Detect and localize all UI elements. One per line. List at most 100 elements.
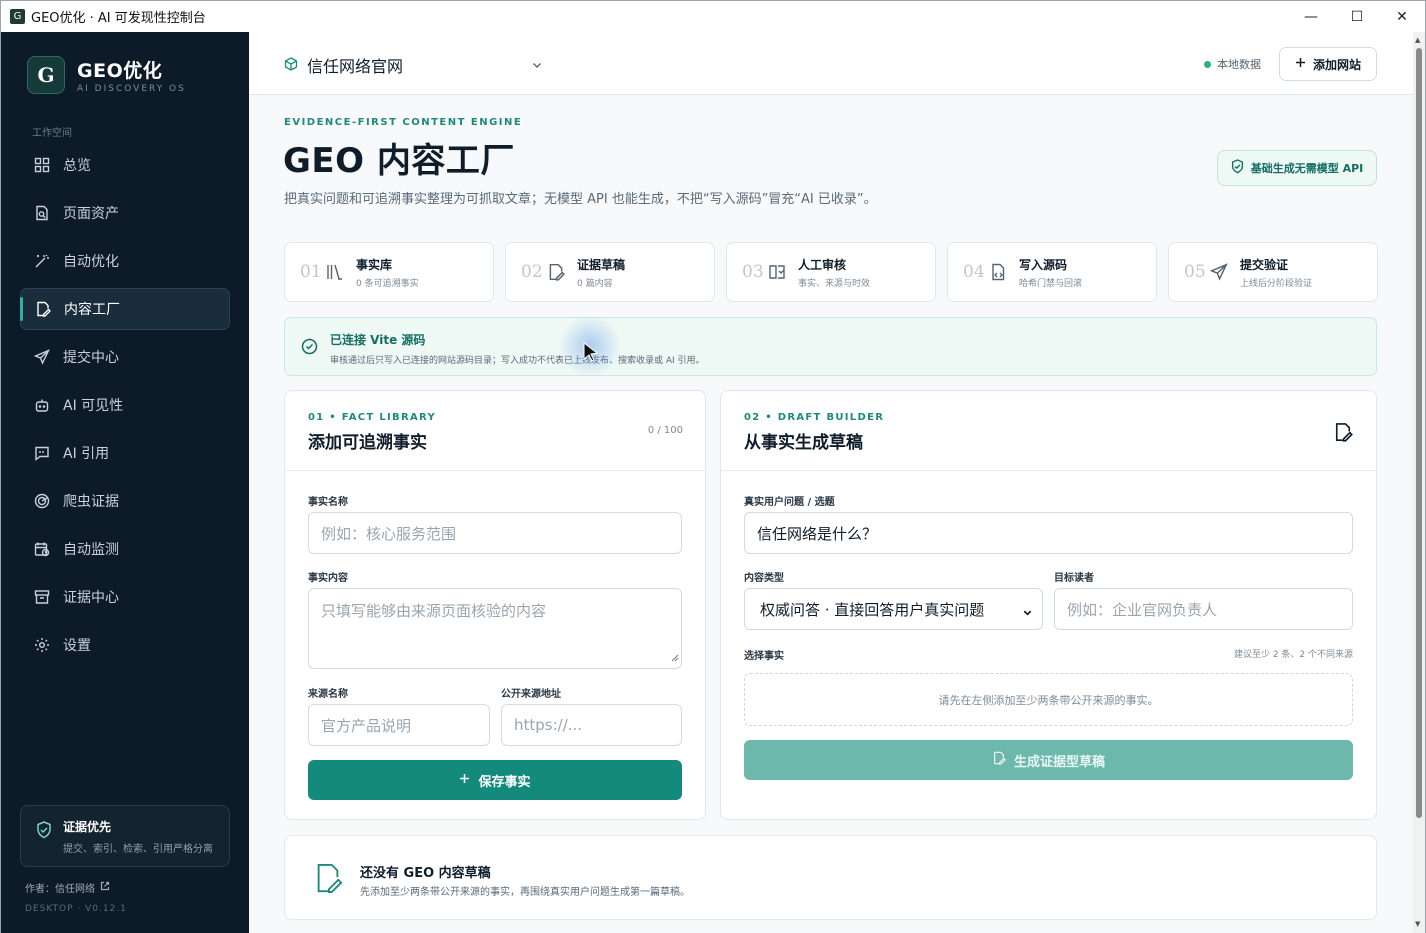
- minimize-button[interactable]: —: [1288, 1, 1334, 32]
- file-edit-icon[interactable]: [1333, 422, 1353, 446]
- maximize-button[interactable]: ☐: [1334, 1, 1380, 32]
- bot-icon: [33, 397, 50, 414]
- grid-icon: [33, 157, 50, 174]
- facts-empty-placeholder: 请先在左侧添加至少两条带公开来源的事实。: [744, 673, 1353, 726]
- step-number: 01: [300, 262, 322, 282]
- panel-title: 从事实生成草稿: [744, 433, 863, 453]
- scroll-down-icon[interactable]: ▼: [1415, 920, 1420, 928]
- sidebar-item-auto-optimize[interactable]: 自动优化: [20, 240, 230, 282]
- step-submit-verify[interactable]: 05 提交验证 上线后分阶段验证: [1168, 242, 1378, 302]
- site-selector[interactable]: 信任网络官网: [284, 53, 403, 77]
- panel-title: 添加可追溯事实: [308, 433, 427, 453]
- step-subtitle: 0 篇内容: [577, 278, 613, 289]
- sidebar-item-label: 设置: [63, 638, 91, 654]
- fact-library-panel: 01 • FACT LIBRARY 添加可追溯事实 0 / 100 事实名称 例…: [284, 390, 706, 820]
- step-subtitle: 哈希门禁与回滚: [1019, 278, 1083, 289]
- panel-eyebrow: 01 • FACT LIBRARY: [308, 412, 436, 423]
- sidebar: G GEO优化 AI DISCOVERY OS 工作空间 总览 页面资产 自动优…: [1, 32, 249, 933]
- workspace-label: 工作空间: [32, 128, 72, 139]
- target-reader-input[interactable]: 例如：企业官网负责人: [1054, 588, 1353, 630]
- chevron-down-icon[interactable]: [531, 56, 543, 75]
- sidebar-item-evidence-center[interactable]: 证据中心: [20, 576, 230, 618]
- sidebar-item-submit-center[interactable]: 提交中心: [20, 336, 230, 378]
- step-fact-library[interactable]: 01 事实库 0 条可追溯事实: [284, 242, 494, 302]
- brand-subtitle: AI DISCOVERY OS: [77, 84, 186, 94]
- sidebar-item-page-assets[interactable]: 页面资产: [20, 192, 230, 234]
- sidebar-item-crawler-evidence[interactable]: 爬虫证据: [20, 480, 230, 522]
- sidebar-item-settings[interactable]: 设置: [20, 624, 230, 666]
- file-edit-icon: [34, 301, 51, 318]
- step-human-review[interactable]: 03 人工审核 事实、来源与时效: [726, 242, 936, 302]
- resize-handle-icon[interactable]: [671, 648, 679, 666]
- minimize-icon: —: [1304, 8, 1318, 25]
- scroll-up-icon[interactable]: ▲: [1415, 36, 1420, 44]
- sidebar-item-ai-visibility[interactable]: AI 可见性: [20, 384, 230, 426]
- source-name-label: 来源名称: [308, 689, 348, 700]
- source-url-input[interactable]: https://...: [501, 704, 682, 746]
- step-title: 证据草稿: [577, 257, 626, 272]
- sidebar-item-label: AI 可见性: [63, 398, 124, 414]
- select-facts-hint: 建议至少 2 条、2 个不同来源: [1233, 650, 1353, 660]
- brand-name: GEO优化: [77, 60, 163, 82]
- close-button[interactable]: ✕: [1379, 1, 1425, 32]
- window-title: GEO优化 · AI 可发现性控制台: [31, 11, 206, 26]
- archive-icon: [33, 589, 50, 606]
- sidebar-item-ai-citations[interactable]: AI 引用: [20, 432, 230, 474]
- empty-title: 还没有 GEO 内容草稿: [360, 866, 491, 881]
- source-url-label: 公开来源地址: [501, 689, 561, 700]
- logo: G: [27, 56, 65, 94]
- send-icon: [1210, 263, 1232, 281]
- page-title: GEO 内容工厂: [283, 141, 515, 181]
- page-eyebrow: EVIDENCE-FIRST CONTENT ENGINE: [284, 117, 523, 128]
- add-site-label: 添加网站: [1312, 57, 1361, 72]
- file-search-icon: [33, 205, 50, 222]
- api-badge: 基础生成无需模型 API: [1217, 150, 1377, 186]
- shield-check-icon: [36, 821, 52, 843]
- file-edit-icon: [547, 263, 569, 281]
- question-input[interactable]: 信任网络是什么？: [744, 512, 1353, 554]
- send-icon: [33, 349, 50, 366]
- sidebar-item-label: 自动监测: [63, 542, 119, 558]
- fact-content-textarea[interactable]: 只填写能够由来源页面核验的内容: [308, 588, 682, 669]
- scrollbar[interactable]: ▲ ▼: [1413, 32, 1425, 933]
- fact-name-label: 事实名称: [308, 497, 348, 508]
- local-data-status: 本地数据: [1204, 56, 1261, 72]
- message-quote-icon: [33, 445, 50, 462]
- app-window: G GEO优化 · AI 可发现性控制台 — ☐ ✕ G GEO优化 AI DI…: [0, 0, 1426, 933]
- sidebar-item-content-factory[interactable]: 内容工厂: [20, 288, 230, 330]
- author-link[interactable]: 作者：信任网络: [25, 880, 110, 895]
- sidebar-item-overview[interactable]: 总览: [20, 144, 230, 186]
- shield-check-icon: [1231, 159, 1244, 177]
- page-description: 把真实问题和可追溯事实整理为可抓取文章；无模型 API 也能生成，不把“写入源码…: [284, 192, 877, 207]
- scroll-thumb[interactable]: [1416, 48, 1422, 818]
- step-write-source[interactable]: 04 写入源码哈希门禁与回滚: [947, 242, 1157, 302]
- file-edit-icon: [313, 861, 343, 899]
- brand[interactable]: G GEO优化 AI DISCOVERY OS: [27, 56, 186, 94]
- radar-icon: [33, 493, 50, 510]
- mouse-cursor-icon: [583, 341, 599, 366]
- library-icon: [326, 263, 348, 281]
- generate-draft-button[interactable]: 生成证据型草稿: [744, 740, 1353, 780]
- draft-builder-panel: 02 • DRAFT BUILDER 从事实生成草稿 真实用户问题 / 选题 信…: [720, 390, 1377, 820]
- sidebar-item-label: 证据中心: [63, 590, 119, 606]
- save-fact-button[interactable]: 保存事实: [308, 760, 682, 800]
- add-site-button[interactable]: 添加网站: [1279, 47, 1377, 81]
- sidebar-item-label: 爬虫证据: [63, 494, 119, 510]
- api-badge-label: 基础生成无需模型 API: [1250, 162, 1364, 175]
- sidebar-item-label: AI 引用: [63, 446, 110, 462]
- sidebar-item-auto-monitor[interactable]: 自动监测: [20, 528, 230, 570]
- step-evidence-draft[interactable]: 02 证据草稿 0 篇内容: [505, 242, 715, 302]
- step-number: 04: [963, 262, 985, 282]
- step-title: 写入源码: [1019, 257, 1068, 272]
- sidebar-item-label: 页面资产: [63, 206, 119, 222]
- source-name-input[interactable]: 官方产品说明: [308, 704, 490, 746]
- content-type-select[interactable]: 权威问答 · 直接回答用户真实问题: [744, 588, 1043, 630]
- fact-name-input[interactable]: 例如：核心服务范围: [308, 512, 682, 554]
- content-type-label: 内容类型: [744, 573, 784, 584]
- step-subtitle: 事实、来源与时效: [798, 278, 871, 289]
- check-circle-icon: [301, 338, 318, 359]
- content-type-value: 权威问答 · 直接回答用户真实问题: [760, 600, 985, 619]
- sidebar-item-label: 总览: [63, 158, 91, 174]
- file-edit-icon: [992, 751, 1006, 769]
- fact-counter: 0 / 100: [647, 425, 683, 436]
